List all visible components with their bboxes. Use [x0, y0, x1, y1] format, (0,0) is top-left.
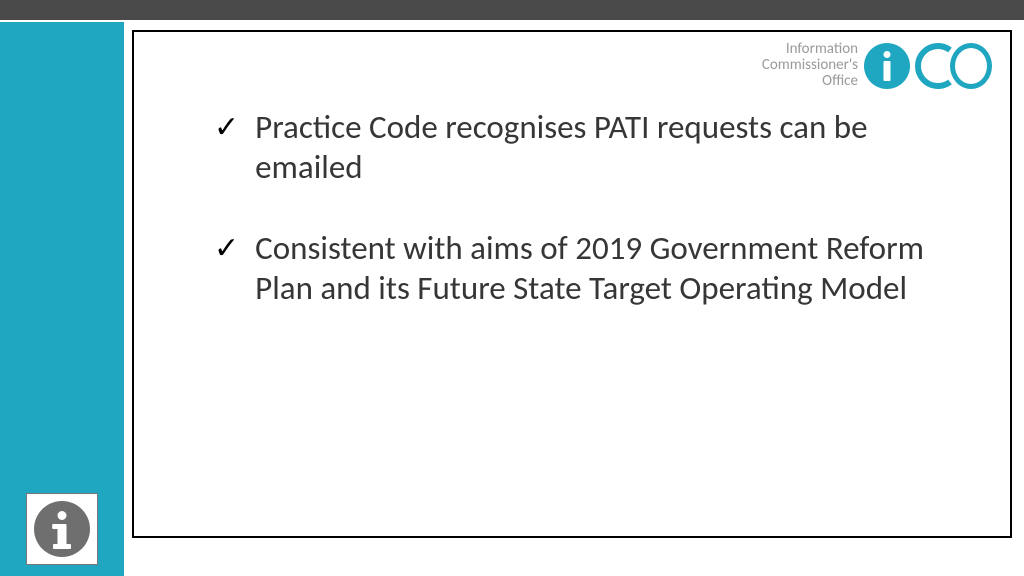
logo-mark — [864, 43, 992, 89]
info-icon — [34, 501, 90, 557]
check-icon: ✓ — [214, 231, 239, 308]
logo-text: Information Commissioner's Office — [762, 42, 858, 89]
list-item: ✓ Consistent with aims of 2019 Governmen… — [214, 229, 980, 308]
top-bar — [0, 0, 1024, 20]
check-icon: ✓ — [214, 110, 239, 187]
content-frame: Information Commissioner's Office ✓ Pr — [132, 30, 1012, 538]
logo-c-icon — [912, 43, 952, 89]
ico-logo: Information Commissioner's Office — [762, 42, 992, 89]
logo-line-3: Office — [762, 74, 858, 90]
bullet-list: ✓ Practice Code recognises PATI requests… — [214, 108, 980, 350]
list-item: ✓ Practice Code recognises PATI requests… — [214, 108, 980, 187]
bullet-text: Consistent with aims of 2019 Government … — [255, 229, 980, 308]
bullet-text: Practice Code recognises PATI requests c… — [255, 108, 980, 187]
logo-o-icon — [950, 43, 992, 89]
logo-i-icon — [864, 43, 910, 89]
info-badge — [26, 493, 98, 565]
slide: Information Commissioner's Office ✓ Pr — [0, 0, 1024, 576]
